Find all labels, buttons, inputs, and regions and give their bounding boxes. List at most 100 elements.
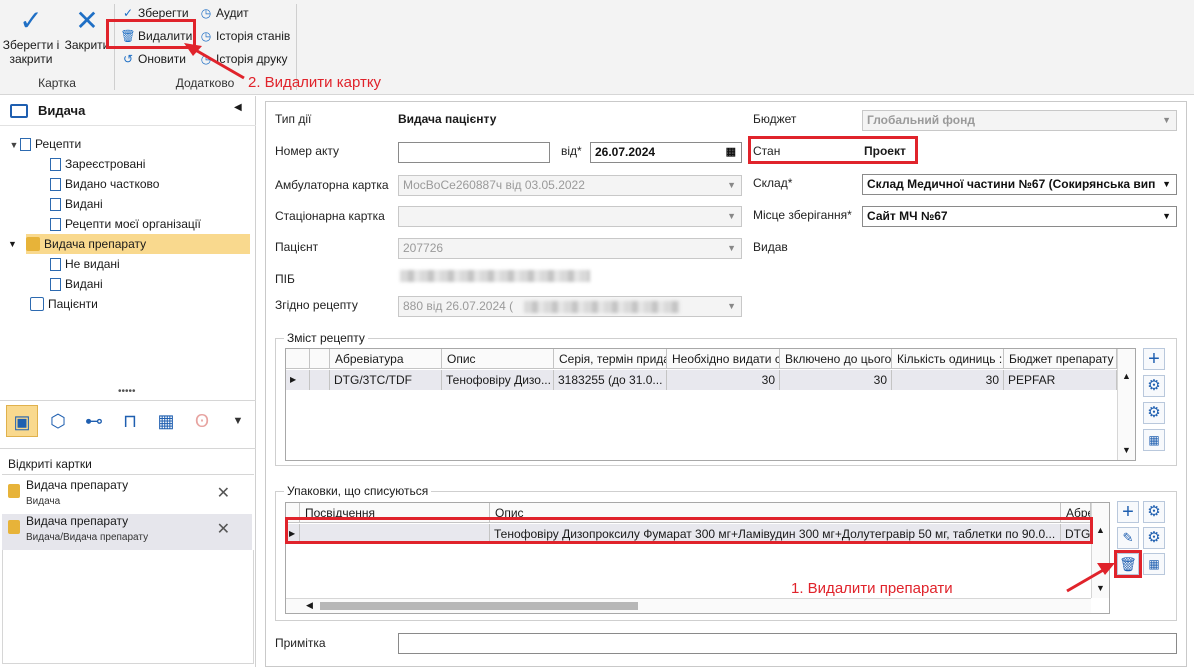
storage-select[interactable]: Сайт МЧ №67 ▼ — [862, 206, 1177, 227]
export-excel-icon[interactable]: ▦ — [1143, 429, 1165, 451]
column-header[interactable]: Бюджет препарату — [1004, 349, 1117, 369]
expand-icon[interactable]: ▼ — [8, 234, 17, 254]
scroll-down-icon[interactable]: ▼ — [1122, 445, 1131, 455]
column-header[interactable]: Необхідно видати с — [667, 349, 780, 369]
card-group-label: Картка — [38, 76, 76, 90]
tree-item-issued[interactable]: Видані — [50, 194, 103, 214]
warehouse-select[interactable]: Склад Медичної частини №67 (Сокирянська … — [862, 174, 1177, 195]
tree-item-drug-issue[interactable]: ▼ Видача препарату — [8, 234, 250, 254]
add-icon[interactable]: + — [1143, 348, 1165, 370]
table-row[interactable]: ▶ DTG/3TC/TDF Тенофовіру Дизо... 3183255… — [286, 370, 1117, 390]
open-card-item[interactable]: Видача препарату Видача ✕ — [2, 478, 252, 514]
warehouse-value: Склад Медичної частини №67 (Сокирянська … — [867, 177, 1156, 191]
issue-card-form: Тип дії Видача пацієнту Номер акту від* … — [265, 101, 1187, 667]
open-card-item-active[interactable]: Видача препарату Видача/Видача препарату… — [2, 514, 252, 550]
splitter-grip[interactable]: ••••• — [118, 386, 136, 397]
note-label: Примітка — [275, 636, 326, 650]
scroll-left-icon[interactable]: ◀ — [306, 600, 313, 611]
edit-icon[interactable]: ✎ — [1117, 527, 1139, 549]
binoculars-icon[interactable]: ⊷ — [78, 405, 110, 437]
tree-item-patients[interactable]: Пацієнти — [30, 294, 98, 314]
pib-label: ПІБ — [275, 272, 295, 286]
drug-issue-icon — [26, 237, 40, 251]
inpatient-card-label: Стаціонарна картка — [275, 209, 385, 223]
audit-label: Аудит — [216, 6, 249, 20]
add-icon[interactable]: + — [1117, 501, 1139, 523]
drug-issue-icon — [8, 520, 20, 534]
column-header[interactable]: Серія, термін прида — [554, 349, 667, 369]
prescription-label: Згідно рецепту — [275, 298, 358, 312]
outpatient-card-select[interactable]: МосВоСе260887ч від 03.05.2022 ▼ — [398, 175, 742, 196]
tree-label: Не видані — [65, 257, 120, 271]
settings-icon[interactable]: ⚙ — [1143, 375, 1165, 397]
recipes-icon — [20, 138, 31, 151]
inpatient-card-select[interactable]: ▼ — [398, 206, 742, 227]
chevron-down-icon: ▼ — [727, 211, 736, 221]
audit-button[interactable]: ◷ Аудит — [198, 3, 249, 23]
column-header[interactable]: Включено до цього — [780, 349, 892, 369]
note-input[interactable] — [398, 633, 1177, 654]
refresh-icon: ↺ — [122, 52, 134, 66]
tree-label: Рецепти моєї організації — [65, 217, 201, 231]
boxes-icon[interactable]: ⬡ — [42, 405, 74, 437]
scroll-thumb[interactable] — [320, 602, 638, 610]
tree-label: Видано частково — [65, 177, 160, 191]
column-header[interactable]: Опис — [442, 349, 554, 369]
scroll-up-icon[interactable]: ▲ — [1096, 525, 1105, 535]
divider — [0, 400, 256, 401]
annotation-arrow-delete-drugs — [1066, 563, 1115, 593]
horizontal-scrollbar[interactable]: ◀ — [286, 598, 1091, 613]
patient-select[interactable]: 207726 ▼ — [398, 238, 742, 259]
tree-item-issued-2[interactable]: Видані — [50, 274, 103, 294]
settings-icon[interactable]: ⚙ — [1143, 501, 1165, 523]
close-card-icon[interactable]: ✕ — [217, 486, 230, 502]
outpatient-card-label: Амбулаторна картка — [275, 178, 389, 192]
table-cell: Тенофовіру Дизо... — [442, 370, 554, 390]
tree-item-my-org-recipes[interactable]: Рецепти моєї організації — [50, 214, 201, 234]
budget-select[interactable]: Глобальний фонд ▼ — [862, 110, 1177, 131]
save-close-button[interactable]: ✓ Зберегти і закрити — [2, 4, 60, 74]
open-card-title: Видача препарату — [26, 478, 129, 492]
ribbon-icon[interactable]: ʘ — [186, 405, 218, 437]
table-cell: 30 — [892, 370, 1004, 390]
annotation-delete-card: 2. Видалити картку — [248, 74, 382, 91]
settings-alt-icon[interactable]: ⚙ — [1143, 527, 1165, 549]
column-header[interactable]: Абревіатура — [330, 349, 442, 369]
save-label: Зберегти — [138, 6, 189, 20]
prescription-value: 880 від 26.07.2024 ( — [403, 299, 514, 313]
issued-by-label: Видав — [753, 240, 788, 254]
tree-item-registered[interactable]: Зареєстровані — [50, 154, 145, 174]
export-excel-icon[interactable]: ▦ — [1143, 553, 1165, 575]
date-input[interactable]: 26.07.2024 ▦ — [590, 142, 742, 163]
bed-icon[interactable]: ⊓ — [114, 405, 146, 437]
redacted-name — [400, 270, 590, 282]
collapse-panel-icon[interactable]: ◀ — [234, 102, 242, 113]
tree-item-partially-issued[interactable]: Видано частково — [50, 174, 159, 194]
refresh-button[interactable]: ↺ Оновити — [120, 49, 186, 69]
table-cell: DTG/3TC/TDF — [330, 370, 442, 390]
scroll-up-icon[interactable]: ▲ — [1122, 371, 1131, 381]
calendar-icon[interactable]: ▦ — [150, 405, 182, 437]
document-icon — [50, 218, 61, 231]
tree-item-recipes[interactable]: ▼ Рецепти — [8, 134, 81, 154]
expand-icon[interactable]: ▼ — [8, 135, 20, 155]
more-dropdown-icon[interactable]: ▼ — [222, 405, 254, 437]
table-cell: PEPFAR — [1004, 370, 1117, 390]
action-type-value: Видача пацієнту — [398, 112, 497, 126]
tree-label: Зареєстровані — [65, 157, 146, 171]
settings-alt-icon[interactable]: ⚙ — [1143, 402, 1165, 424]
vertical-scrollbar[interactable]: ▲ ▼ — [1117, 349, 1135, 460]
date-value: 26.07.2024 — [595, 145, 656, 159]
recipe-grid[interactable]: Абревіатура Опис Серія, термін прида Нео… — [285, 348, 1136, 461]
issue-icon — [10, 104, 28, 118]
close-card-icon[interactable]: ✕ — [217, 522, 230, 538]
table-cell: 3183255 (до 31.0... — [554, 370, 667, 390]
document-icon — [50, 278, 61, 291]
table-cell: 30 — [667, 370, 780, 390]
calendar-icon[interactable]: ▦ — [726, 143, 736, 162]
tree-item-not-issued[interactable]: Не видані — [50, 254, 120, 274]
document-icon — [50, 178, 61, 191]
column-header[interactable]: Кількість одиниць : — [892, 349, 1004, 369]
act-number-input[interactable] — [398, 142, 550, 163]
issue-module-button[interactable]: ▣ — [6, 405, 38, 437]
